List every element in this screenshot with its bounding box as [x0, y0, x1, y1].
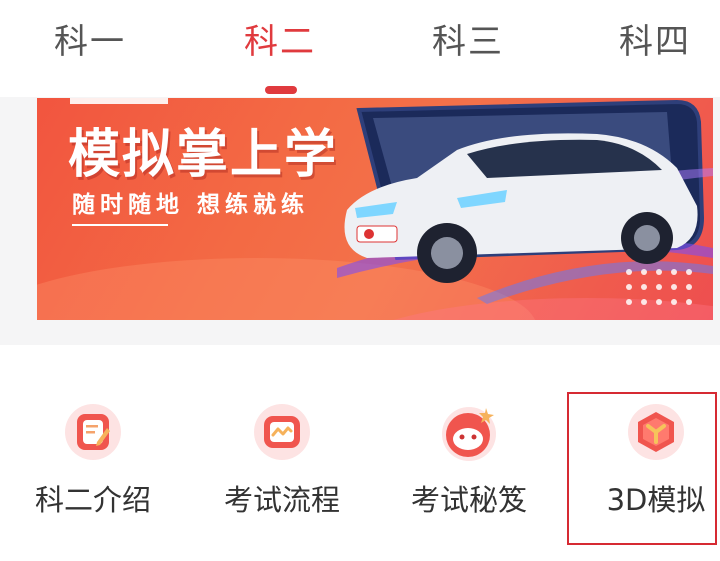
shortcut-label: 科二介绍: [34, 483, 151, 517]
active-tab-indicator: [265, 86, 297, 94]
subject-tab-bar: 科一 科二 科三 科四: [0, 0, 720, 94]
banner-title: 模拟掌上学: [68, 125, 339, 185]
tab-subject-1[interactable]: 科一: [15, 14, 165, 63]
edit-document-icon: [65, 404, 121, 460]
selection-highlight-box: [567, 392, 717, 545]
tab-subject-2[interactable]: 科二: [205, 14, 355, 63]
flow-chart-icon: [254, 404, 310, 460]
tab-subject-3[interactable]: 科三: [393, 14, 543, 63]
shortcut-label: 考试流程: [223, 483, 340, 517]
shortcut-exam-tips[interactable]: 考试秘笈: [384, 395, 554, 545]
banner-underline: [72, 224, 168, 226]
banner-tag-bar: [70, 98, 168, 104]
banner-subtitle: 随时随地 想练就练: [72, 192, 310, 218]
shortcut-subject-2-intro[interactable]: 科二介绍: [8, 395, 178, 545]
shortcut-label: 考试秘笈: [410, 483, 527, 517]
monkey-face-icon: [442, 407, 496, 461]
shortcut-exam-process[interactable]: 考试流程: [197, 395, 367, 545]
tab-subject-4[interactable]: 科四: [580, 14, 720, 63]
banner-dot-pattern: [626, 269, 692, 305]
